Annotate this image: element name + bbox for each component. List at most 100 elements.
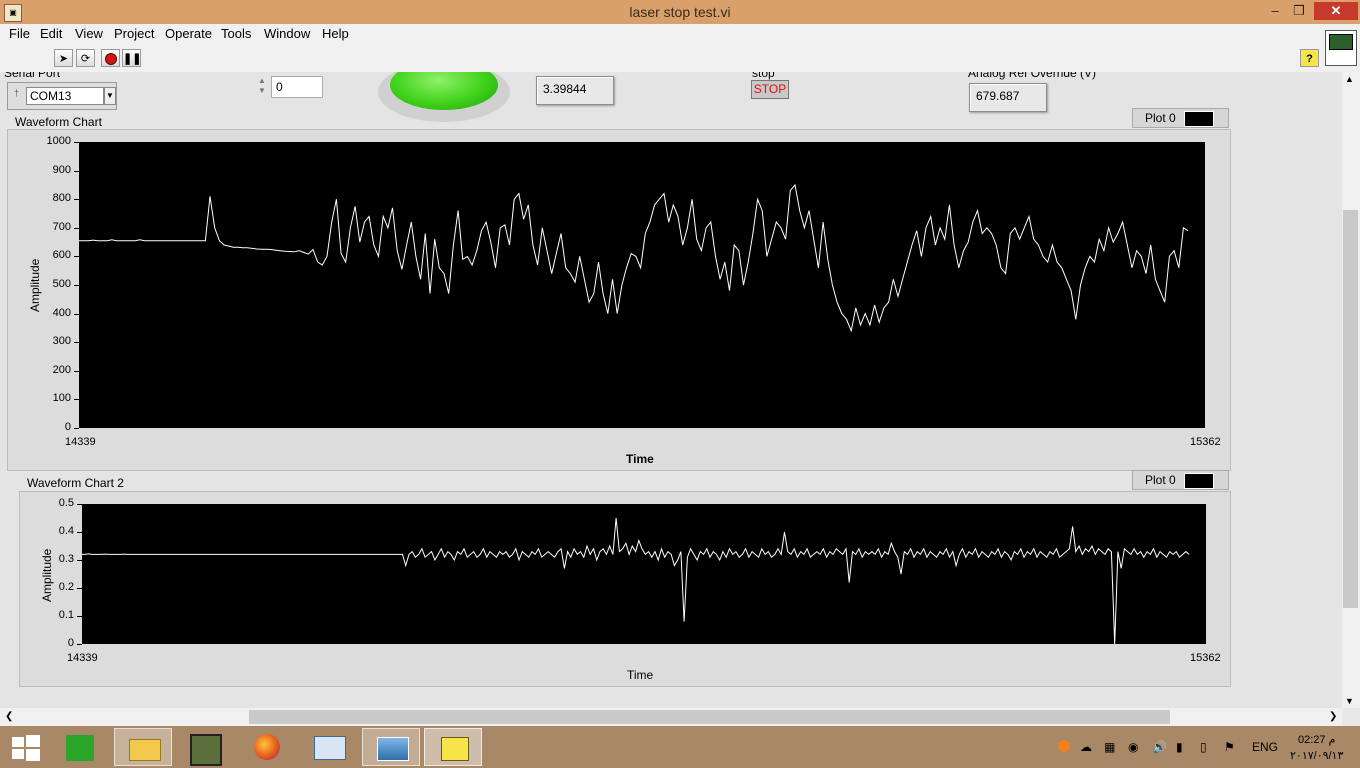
dropdown-arrow-icon[interactable]: ▼ bbox=[104, 87, 116, 105]
y-tick-mark bbox=[77, 504, 82, 505]
y-tick-mark bbox=[74, 370, 79, 372]
line-plot-swatch-icon bbox=[1184, 111, 1214, 127]
increment-decrement-icon[interactable]: ▲ ▼ bbox=[258, 76, 268, 98]
y-tick-label: 200 bbox=[52, 363, 71, 376]
y-tick-label: 400 bbox=[52, 306, 71, 319]
chart1-title: Waveform Chart bbox=[15, 115, 102, 129]
y-tick-label: 0.2 bbox=[58, 581, 74, 593]
menu-view[interactable]: View bbox=[75, 26, 103, 41]
y-tick-label: 100 bbox=[52, 392, 71, 405]
chart1-x-tick-end: 15362 bbox=[1190, 436, 1221, 448]
file-explorer-icon[interactable] bbox=[114, 728, 172, 766]
scroll-up-icon[interactable]: ▲ bbox=[1345, 74, 1354, 84]
y-tick-label: 1000 bbox=[46, 135, 71, 147]
scroll-down-icon[interactable]: ▼ bbox=[1345, 696, 1354, 706]
menu-operate[interactable]: Operate bbox=[165, 26, 212, 41]
chart1-plot-area[interactable] bbox=[79, 142, 1205, 428]
labview-icon[interactable] bbox=[424, 728, 482, 766]
y-tick-label: 500 bbox=[52, 278, 71, 290]
photo-app-icon[interactable] bbox=[176, 728, 234, 766]
y-tick-mark bbox=[74, 170, 79, 172]
menu-bar: File Edit View Project Operate Tools Win… bbox=[0, 24, 1360, 44]
y-tick-mark bbox=[74, 399, 79, 401]
chart1-legend[interactable]: Plot 0 bbox=[1132, 108, 1229, 128]
y-tick-label: 0 bbox=[67, 637, 74, 649]
toolbar: ➤ ⟳ ❚❚ ? bbox=[0, 30, 1360, 73]
serial-port-control[interactable]: † COM13 ▼ bbox=[7, 82, 117, 110]
y-tick-mark bbox=[74, 313, 79, 315]
photo-viewer-icon[interactable] bbox=[362, 728, 420, 766]
series-line-plot-0 bbox=[79, 183, 1189, 333]
y-tick-label: 0.5 bbox=[58, 497, 74, 509]
menu-tools[interactable]: Tools bbox=[221, 26, 251, 41]
keyboard-icon[interactable]: ▦ bbox=[1104, 740, 1115, 754]
store-icon[interactable] bbox=[52, 728, 110, 766]
y-tick-label: 700 bbox=[52, 220, 71, 233]
window-title: laser stop test.vi bbox=[629, 4, 731, 20]
stop-button[interactable]: STOP bbox=[751, 80, 789, 99]
chart2-x-axis-title: Time bbox=[627, 668, 654, 682]
pause-icon[interactable]: ❚❚ bbox=[122, 49, 141, 67]
y-tick-mark bbox=[74, 428, 79, 429]
run-arrow-icon[interactable]: ➤ bbox=[54, 49, 73, 67]
close-button[interactable]: ✕ bbox=[1314, 2, 1358, 20]
scroll-left-icon[interactable]: ❮ bbox=[5, 711, 13, 722]
minimize-button[interactable]: – bbox=[1262, 2, 1288, 20]
y-tick-mark bbox=[77, 560, 82, 561]
y-tick-label: 0.1 bbox=[58, 609, 74, 621]
restore-button[interactable]: ❐ bbox=[1286, 2, 1312, 20]
menu-help[interactable]: Help bbox=[322, 26, 349, 41]
scroll-right-icon[interactable]: ❯ bbox=[1329, 711, 1337, 722]
io-name-icon: † bbox=[14, 88, 20, 98]
chart1-svg bbox=[79, 183, 1189, 333]
menu-file[interactable]: File bbox=[9, 26, 30, 41]
menu-edit[interactable]: Edit bbox=[40, 26, 62, 41]
y-tick-mark bbox=[77, 588, 82, 589]
numeric-control[interactable]: 0 bbox=[271, 76, 323, 98]
chart2-plot-area[interactable] bbox=[82, 504, 1206, 645]
chart1-x-axis-title: Time bbox=[626, 452, 654, 466]
serial-port-value[interactable]: COM13 bbox=[26, 87, 104, 105]
front-panel: Serial Port † COM13 ▼ ▲ ▼ 0 3.39844 stop … bbox=[0, 72, 1342, 708]
keyboard-utility-icon[interactable] bbox=[300, 728, 358, 766]
horizontal-scroll-thumb[interactable] bbox=[249, 710, 1170, 724]
menu-project[interactable]: Project bbox=[114, 26, 154, 41]
chart2-x-tick-end: 15362 bbox=[1190, 652, 1221, 664]
chart1-legend-label: Plot 0 bbox=[1145, 111, 1176, 125]
clock-date[interactable]: ٢٠١٧/٠٩/١٣ bbox=[1290, 749, 1343, 762]
chart2-title: Waveform Chart 2 bbox=[27, 476, 124, 490]
record-icon[interactable]: ◉ bbox=[1128, 740, 1138, 754]
avast-icon[interactable] bbox=[1058, 740, 1070, 752]
y-tick-label: 0 bbox=[64, 421, 71, 433]
y-tick-mark bbox=[74, 199, 79, 201]
chart2-legend-label: Plot 0 bbox=[1145, 473, 1176, 487]
help-icon[interactable]: ? bbox=[1300, 49, 1319, 67]
y-tick-mark bbox=[74, 256, 79, 258]
y-tick-mark bbox=[74, 142, 79, 143]
abort-icon[interactable] bbox=[101, 49, 120, 67]
clock-time[interactable]: 02:27 م bbox=[1298, 733, 1335, 746]
analog-ref-indicator: 679.687 bbox=[969, 83, 1047, 112]
serial-port-label: Serial Port bbox=[4, 72, 61, 80]
volume-icon[interactable]: 🔊 bbox=[1152, 740, 1167, 754]
series-line-plot-0 bbox=[82, 517, 1190, 645]
power-icon[interactable]: ▯ bbox=[1200, 740, 1207, 754]
y-tick-label: 0.4 bbox=[58, 525, 74, 537]
y-tick-label: 0.3 bbox=[58, 553, 74, 565]
firefox-icon[interactable] bbox=[238, 728, 296, 766]
chart1-x-tick-start: 14339 bbox=[65, 436, 96, 448]
y-tick-mark bbox=[74, 285, 79, 286]
language-indicator[interactable]: ENG bbox=[1252, 740, 1278, 754]
menu-window[interactable]: Window bbox=[264, 26, 310, 41]
y-tick-label: 300 bbox=[52, 335, 71, 348]
chart2-legend[interactable]: Plot 0 bbox=[1132, 470, 1229, 490]
title-bar: ▣ laser stop test.vi – ❐ ✕ bbox=[0, 0, 1360, 24]
onedrive-icon[interactable]: ☁ bbox=[1080, 740, 1092, 754]
run-continuously-icon[interactable]: ⟳ bbox=[76, 49, 95, 67]
vertical-scroll-thumb[interactable] bbox=[1343, 210, 1358, 608]
y-tick-mark bbox=[77, 644, 82, 645]
flag-icon[interactable]: ⚑ bbox=[1224, 740, 1235, 754]
taskbar: ☁ ▦ ◉ 🔊 ▮ ▯ ⚑ ENG 02:27 م ٢٠١٧/٠٩/١٣ bbox=[0, 726, 1360, 768]
network-icon[interactable]: ▮ bbox=[1176, 740, 1183, 754]
y-tick-mark bbox=[77, 616, 82, 617]
